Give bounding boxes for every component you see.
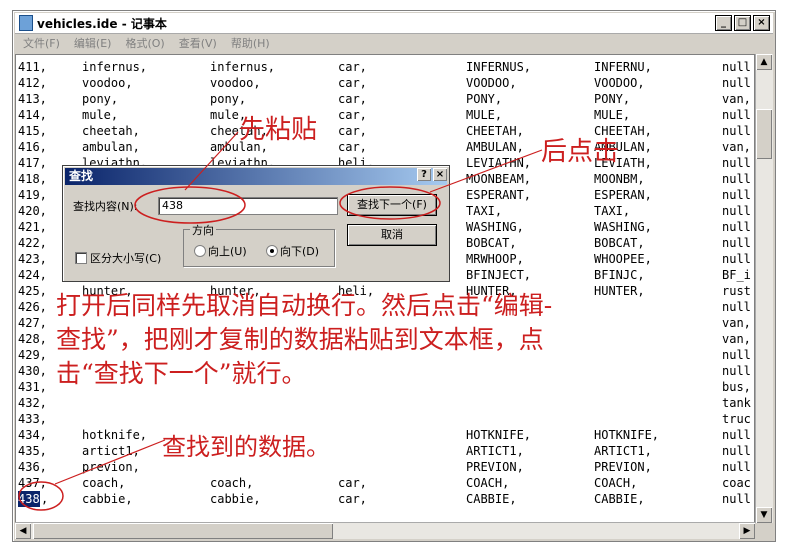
found-arrow xyxy=(54,439,166,485)
instruction-line-1: 打开后同样先取消自动换行。然后点击“编辑- xyxy=(56,291,553,320)
paste-annotation: 先粘贴 xyxy=(239,115,318,145)
found-annotation: 查找到的数据。 xyxy=(162,433,330,461)
instruction-line-3: 击“查找下一个”就行。 xyxy=(56,359,307,388)
instruction-annotation: 打开后同样先取消自动换行。然后点击“编辑- 查找”，把刚才复制的数据粘贴到文本框… xyxy=(56,289,552,391)
click-arrow xyxy=(429,149,543,193)
annotation-overlay xyxy=(18,131,543,511)
then-click-annotation: 后点击 xyxy=(541,137,620,167)
input-circle xyxy=(134,186,246,224)
find-next-circle xyxy=(339,186,441,220)
instruction-line-2: 查找”，把刚才复制的数据粘贴到文本框，点 xyxy=(56,325,544,354)
found-circle xyxy=(18,481,64,511)
paste-arrow xyxy=(184,131,239,191)
